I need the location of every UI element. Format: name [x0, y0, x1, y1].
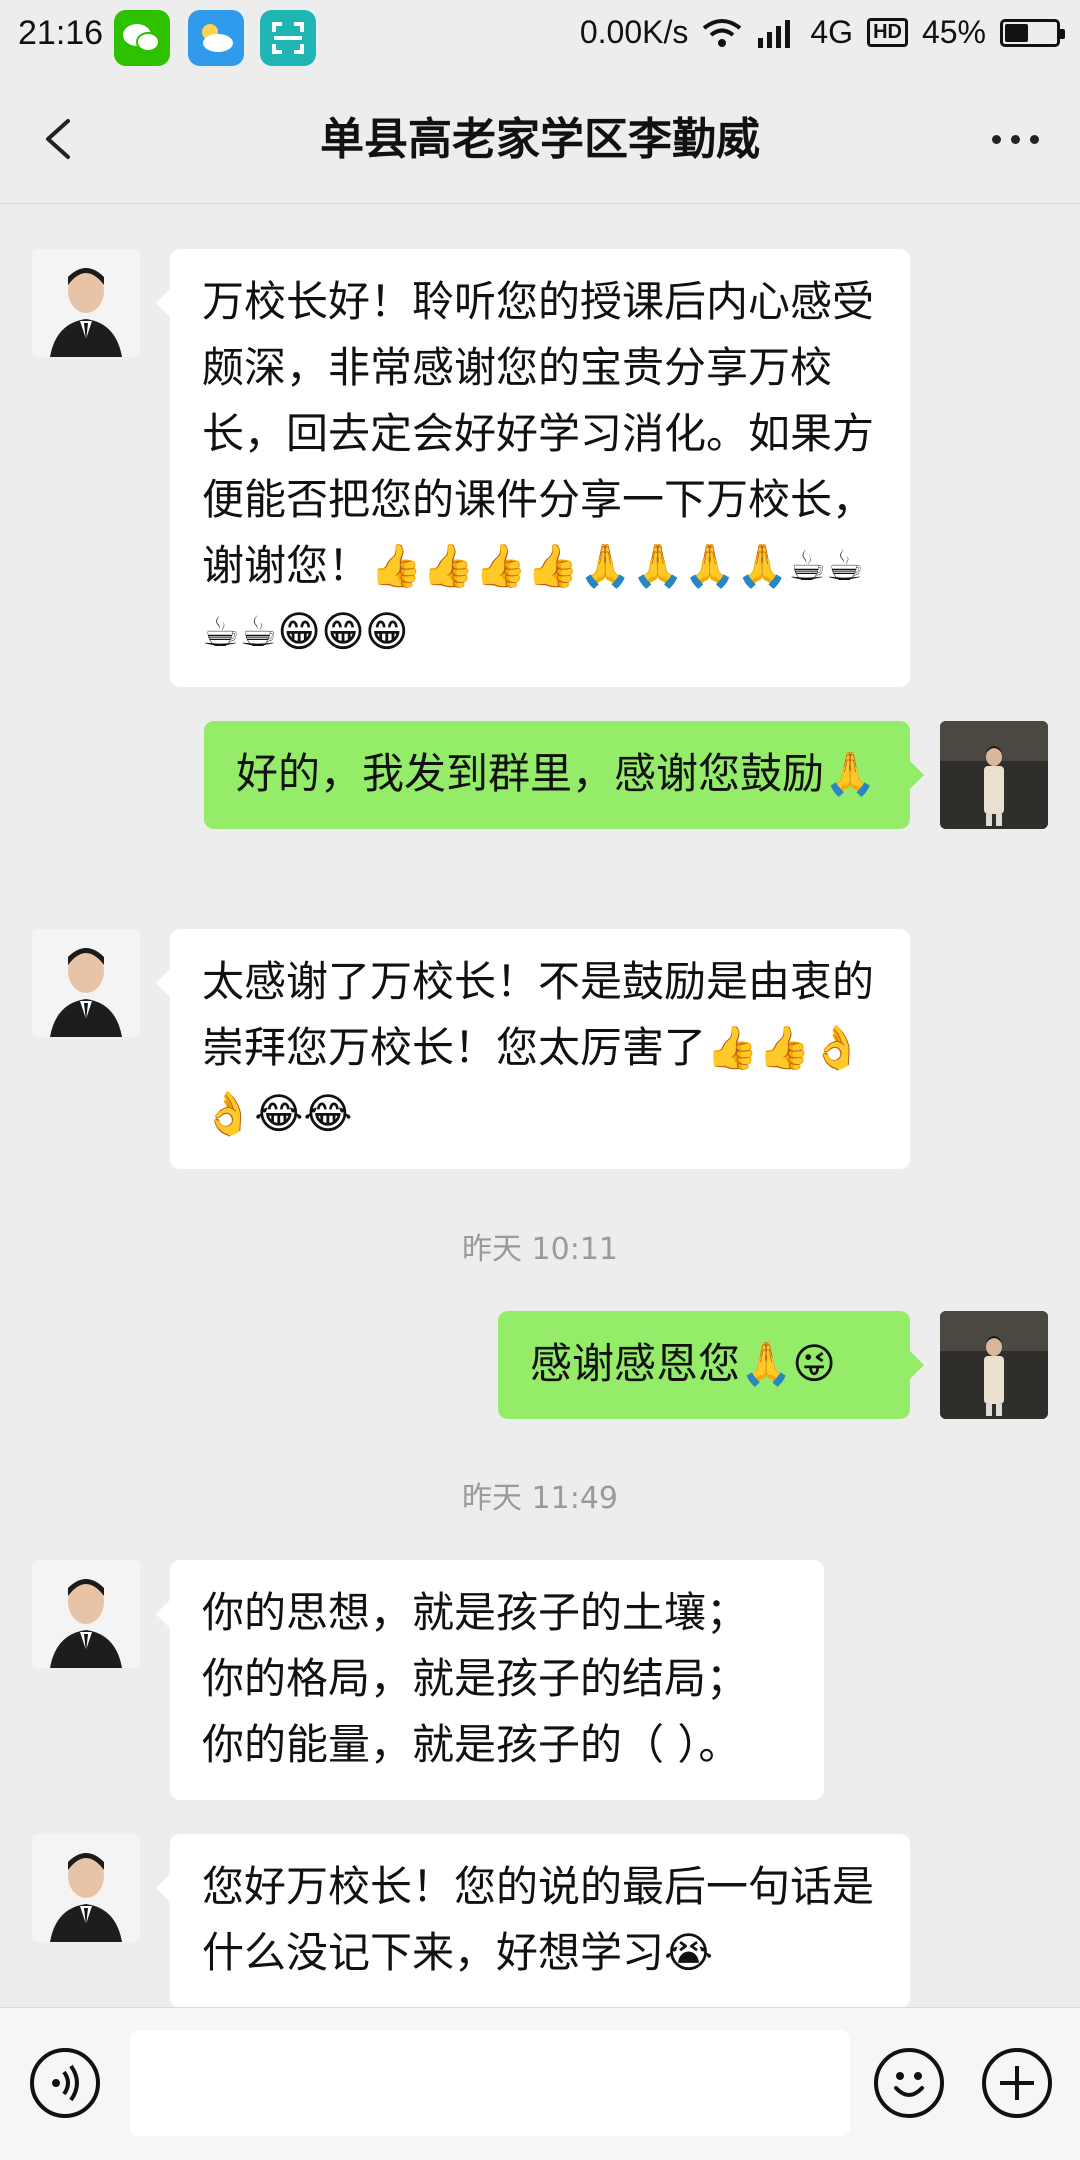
message-bubble[interactable]: 你的思想，就是孩子的土壤； 你的格局，就是孩子的结局； 你的能量，就是孩子的（ …: [156, 1560, 824, 1800]
contact-avatar[interactable]: [32, 929, 140, 1037]
voice-button[interactable]: [30, 2048, 100, 2118]
contact-avatar[interactable]: [32, 1560, 140, 1668]
more-button[interactable]: [980, 107, 1050, 171]
voice-icon: [52, 2064, 79, 2102]
battery-percent: 45%: [921, 14, 986, 50]
message-bubble[interactable]: 感谢感恩您🙏😜: [498, 1311, 924, 1419]
contact-avatar[interactable]: [32, 1834, 140, 1942]
emoji-icon: [894, 2072, 924, 2097]
plus-button[interactable]: [982, 2048, 1052, 2118]
my-avatar[interactable]: [940, 1311, 1048, 1419]
message-bubble[interactable]: 您好万校长！您的说的最后一句话是什么没记下来，好想学习😭: [156, 1834, 910, 2008]
wifi-icon: [703, 18, 742, 47]
timestamp: 昨天 11:49: [462, 1481, 618, 1516]
battery-fill: [1005, 23, 1028, 42]
wechat-notification-icon: [114, 10, 170, 66]
weather-icon: [188, 10, 244, 66]
status-bar: 21:16 0.00K/s 4G HD 45%: [0, 0, 1080, 75]
emoji-button[interactable]: [874, 2048, 944, 2118]
message-bubble[interactable]: 好的，我发到群里，感谢您鼓励🙏: [204, 721, 924, 829]
contact-avatar[interactable]: [32, 249, 140, 357]
status-right: 0.00K/s 4G HD 45%: [579, 14, 1065, 51]
timestamp: 昨天 10:11: [462, 1232, 618, 1267]
more-dots-icon: [991, 134, 1001, 144]
my-avatar[interactable]: [940, 721, 1048, 829]
message-input[interactable]: [130, 2030, 850, 2136]
battery-icon: [1000, 18, 1065, 47]
hd-badge: HD: [867, 18, 908, 47]
input-bar: [0, 2007, 1080, 2160]
signal-icon: [758, 19, 791, 48]
chat-title: 单县高老家学区李勤威: [320, 114, 760, 165]
message-bubble[interactable]: 万校长好！聆听您的授课后内心感受颇深，非常感谢您的宝贵分享万校长，回去定会好好学…: [156, 249, 910, 687]
status-time: 21:16: [18, 14, 104, 52]
network-type: 4G: [810, 14, 854, 50]
scan-icon: [260, 10, 316, 66]
plus-icon: [1000, 2066, 1034, 2100]
message-bubble[interactable]: 太感谢了万校长！不是鼓励是由衷的崇拜您万校长！您太厉害了👍👍👌👌😂😂: [156, 929, 910, 1169]
network-speed: 0.00K/s: [579, 14, 689, 50]
title-bar: 单县高老家学区李勤威: [0, 75, 1080, 204]
